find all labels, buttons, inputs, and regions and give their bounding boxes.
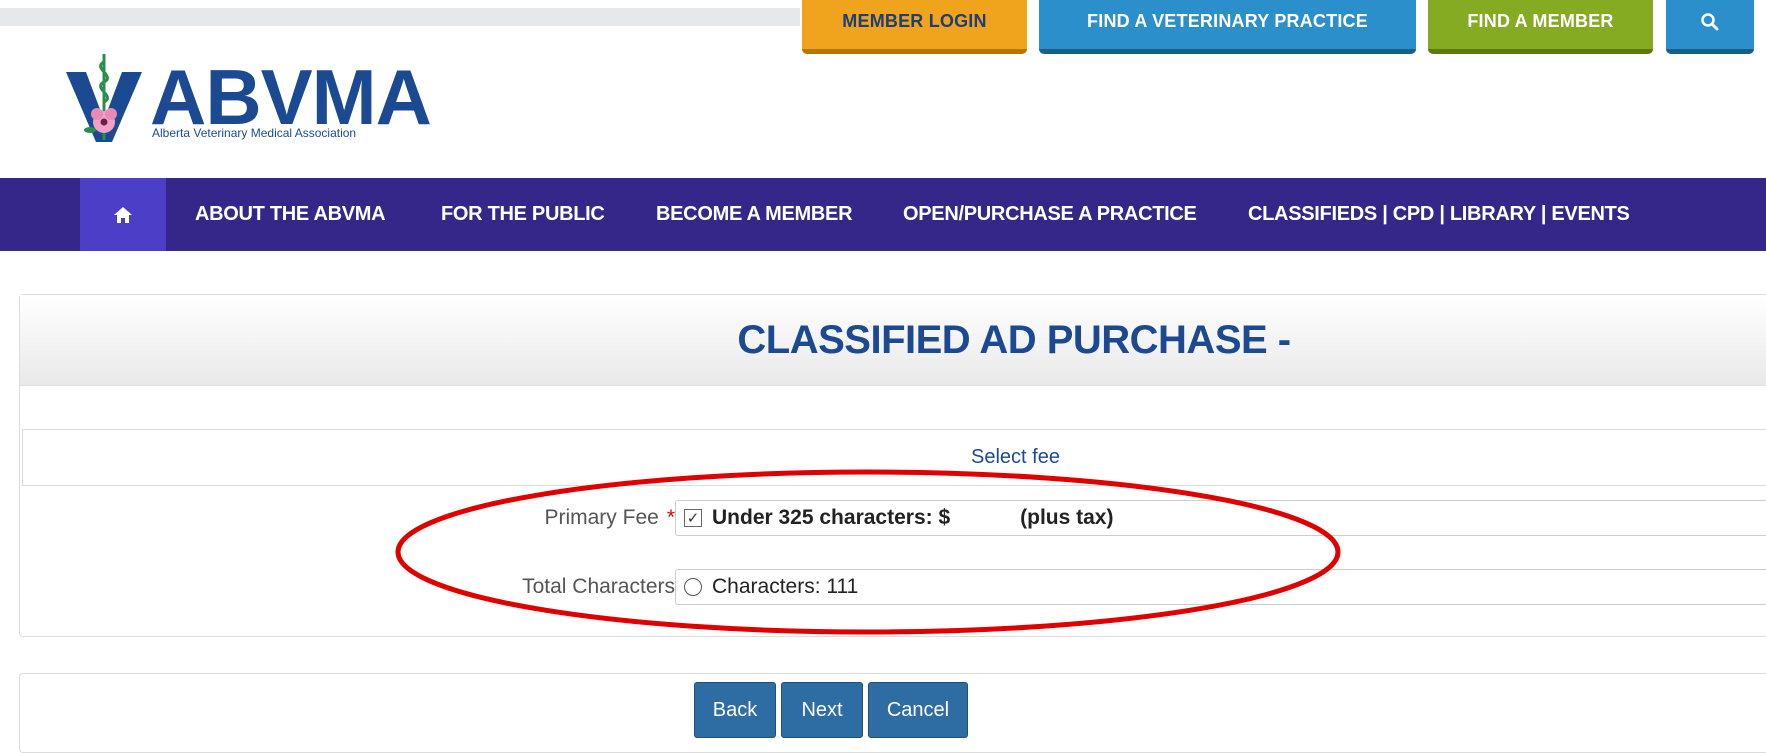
- primary-fee-field[interactable]: ✓ Under 325 characters: $ (plus tax): [675, 500, 1766, 536]
- required-mark: *: [666, 506, 675, 529]
- nav-item-classifieds[interactable]: CLASSIFIEDS | CPD | LIBRARY | EVENTS: [1248, 178, 1630, 251]
- search-icon: [1701, 12, 1719, 30]
- total-characters-field[interactable]: Characters: 111: [675, 569, 1766, 605]
- section-header: Select fee: [22, 429, 1766, 486]
- nav-item-about[interactable]: ABOUT THE ABVMA: [195, 178, 386, 251]
- nav-item-public[interactable]: FOR THE PUBLIC: [441, 178, 605, 251]
- logo-subtitle: Alberta Veterinary Medical Association: [152, 126, 357, 140]
- primary-fee-label: Primary Fee *: [544, 506, 675, 529]
- top-strip: [0, 8, 800, 26]
- home-icon: [114, 206, 132, 223]
- primary-fee-option: Under 325 characters: $: [712, 506, 951, 529]
- back-button[interactable]: Back: [694, 682, 776, 738]
- search-button[interactable]: [1666, 0, 1754, 54]
- total-characters-label: Total Characters: [522, 575, 675, 598]
- logo-wordmark: ABVMA: [150, 53, 432, 141]
- cancel-button[interactable]: Cancel: [868, 682, 968, 738]
- primary-fee-tax: (plus tax): [1020, 506, 1114, 529]
- caduceus-v-icon: [66, 54, 142, 142]
- primary-fee-checkbox[interactable]: ✓: [684, 509, 702, 527]
- section-title: Select fee: [971, 446, 1060, 468]
- find-practice-button[interactable]: FIND A VETERINARY PRACTICE: [1039, 0, 1416, 54]
- total-characters-option: Characters: 111: [712, 575, 859, 598]
- page-title: CLASSIFIED AD PURCHASE -: [737, 317, 1291, 362]
- panel-header: CLASSIFIED AD PURCHASE -: [20, 295, 1766, 386]
- member-login-button[interactable]: MEMBER LOGIN: [802, 0, 1027, 54]
- main-nav: ABOUT THE ABVMA FOR THE PUBLIC BECOME A …: [0, 178, 1766, 251]
- total-characters-radio[interactable]: [684, 578, 702, 596]
- nav-item-become-member[interactable]: BECOME A MEMBER: [656, 178, 853, 251]
- nav-home-button[interactable]: [80, 178, 166, 251]
- nav-item-practice[interactable]: OPEN/PURCHASE A PRACTICE: [903, 178, 1197, 251]
- abvma-logo[interactable]: ABVMA Alberta Veterinary Medical Associa…: [64, 50, 432, 148]
- next-button[interactable]: Next: [781, 682, 863, 738]
- find-member-button[interactable]: FIND A MEMBER: [1428, 0, 1653, 54]
